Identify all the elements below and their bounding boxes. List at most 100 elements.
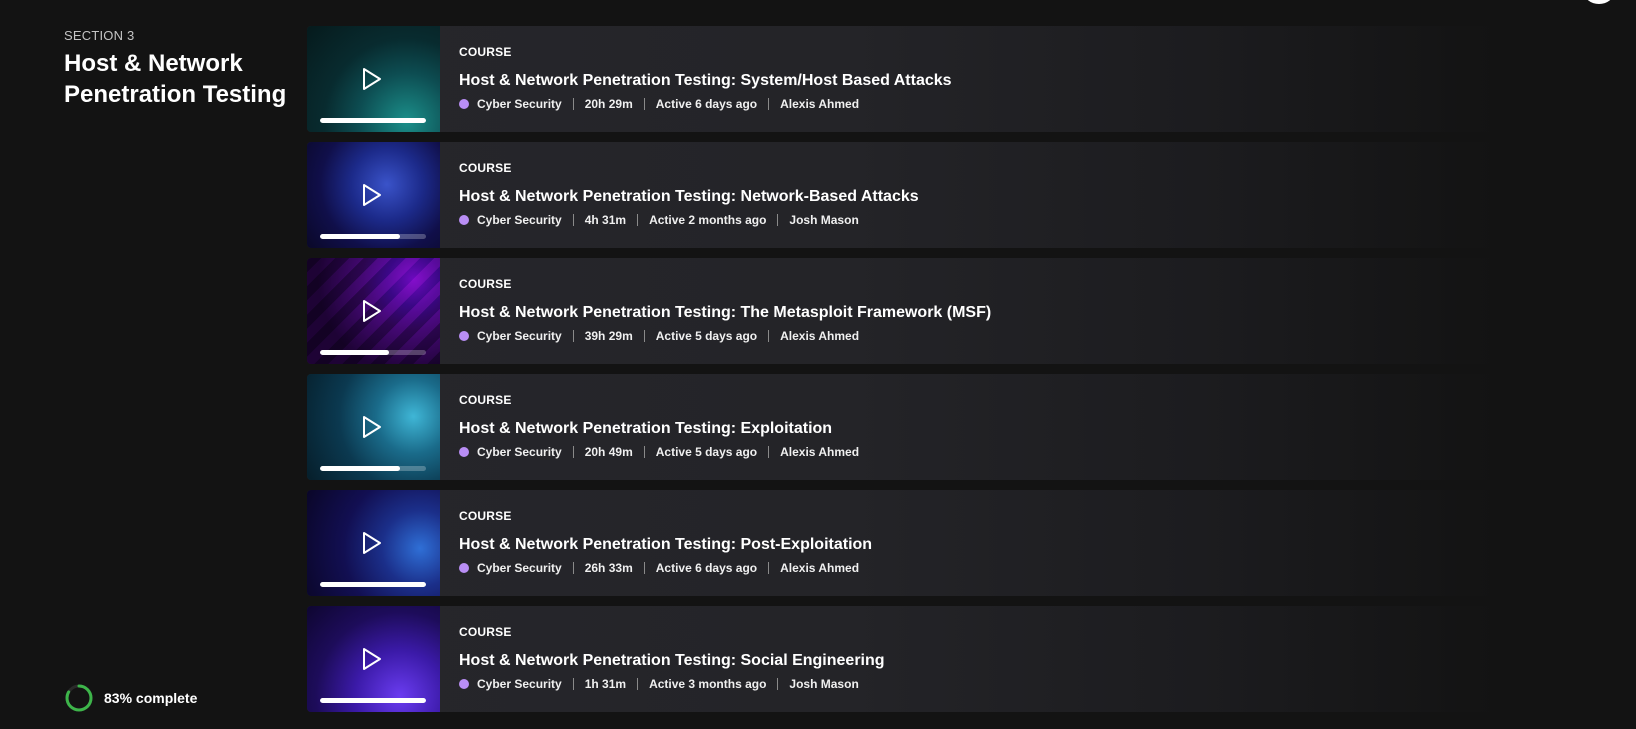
divider <box>572 562 574 574</box>
course-category: Cyber Security <box>477 561 562 575</box>
category-dot <box>459 331 469 341</box>
category-dot <box>459 563 469 573</box>
course-title[interactable]: Host & Network Penetration Testing: Expl… <box>459 420 859 440</box>
course-meta: Cyber Security 26h 33m Active 6 days ago… <box>459 561 872 575</box>
course-thumbnail[interactable] <box>307 258 440 364</box>
divider <box>572 214 574 226</box>
course-title[interactable]: Host & Network Penetration Testing: Soci… <box>459 652 885 672</box>
course-type: COURSE <box>459 393 512 407</box>
divider <box>643 98 645 110</box>
category-dot <box>459 99 469 109</box>
section-progress: 83% complete <box>64 683 197 713</box>
progress-label: 83% complete <box>104 690 198 706</box>
course-list: COURSE Host & Network Penetration Testin… <box>307 26 1497 722</box>
course-card[interactable]: COURSE Host & Network Penetration Testin… <box>307 258 1497 364</box>
divider <box>777 678 779 690</box>
play-icon[interactable] <box>361 647 383 671</box>
divider <box>637 678 639 690</box>
course-category: Cyber Security <box>477 329 562 343</box>
course-progress-fill <box>320 350 389 355</box>
play-icon[interactable] <box>361 67 383 91</box>
course-info: COURSE Host & Network Penetration Testin… <box>440 490 872 596</box>
course-thumbnail[interactable] <box>307 490 440 596</box>
divider <box>572 678 574 690</box>
course-duration: 4h 31m <box>584 213 627 227</box>
course-meta: Cyber Security 39h 29m Active 5 days ago… <box>459 329 991 343</box>
course-meta: Cyber Security 20h 29m Active 6 days ago… <box>459 97 952 111</box>
divider <box>768 330 770 342</box>
course-author: Alexis Ahmed <box>780 97 860 111</box>
course-progress-fill <box>320 234 400 239</box>
course-author: Alexis Ahmed <box>780 561 860 575</box>
course-type: COURSE <box>459 509 512 523</box>
course-title[interactable]: Host & Network Penetration Testing: Netw… <box>459 188 919 208</box>
course-type: COURSE <box>459 45 512 59</box>
divider <box>572 330 574 342</box>
course-activity: Active 5 days ago <box>655 329 758 343</box>
course-thumbnail[interactable] <box>307 606 440 712</box>
category-dot <box>459 215 469 225</box>
course-activity: Active 5 days ago <box>655 445 758 459</box>
course-progress-bar <box>320 466 426 471</box>
course-info: COURSE Host & Network Penetration Testin… <box>440 374 859 480</box>
course-meta: Cyber Security 4h 31m Active 2 months ag… <box>459 213 919 227</box>
page: SECTION 3 Host & Network Penetration Tes… <box>0 0 1636 729</box>
course-author: Alexis Ahmed <box>780 329 860 343</box>
course-type: COURSE <box>459 625 512 639</box>
play-icon[interactable] <box>361 415 383 439</box>
course-progress-fill <box>320 118 426 123</box>
play-icon[interactable] <box>361 531 383 555</box>
course-activity: Active 3 months ago <box>649 677 767 691</box>
course-progress-bar <box>320 350 426 355</box>
course-activity: Active 2 months ago <box>649 213 767 227</box>
profile-avatar[interactable] <box>1584 0 1614 4</box>
course-activity: Active 6 days ago <box>655 97 758 111</box>
divider <box>768 98 770 110</box>
course-title[interactable]: Host & Network Penetration Testing: The … <box>459 304 991 324</box>
course-card[interactable]: COURSE Host & Network Penetration Testin… <box>307 26 1497 132</box>
course-type: COURSE <box>459 277 512 291</box>
course-author: Josh Mason <box>789 213 859 227</box>
course-duration: 20h 49m <box>584 445 633 459</box>
course-info: COURSE Host & Network Penetration Testin… <box>440 142 919 248</box>
course-card[interactable]: COURSE Host & Network Penetration Testin… <box>307 142 1497 248</box>
section-header: SECTION 3 Host & Network Penetration Tes… <box>64 28 304 110</box>
course-thumbnail[interactable] <box>307 142 440 248</box>
course-progress-fill <box>320 582 426 587</box>
course-duration: 26h 33m <box>584 561 633 575</box>
divider <box>768 562 770 574</box>
course-activity: Active 6 days ago <box>655 561 758 575</box>
course-title[interactable]: Host & Network Penetration Testing: Post… <box>459 536 872 556</box>
course-type: COURSE <box>459 161 512 175</box>
course-category: Cyber Security <box>477 97 562 111</box>
course-progress-bar <box>320 698 426 703</box>
course-thumbnail[interactable] <box>307 374 440 480</box>
divider <box>643 562 645 574</box>
course-card[interactable]: COURSE Host & Network Penetration Testin… <box>307 606 1497 712</box>
course-category: Cyber Security <box>477 213 562 227</box>
course-thumbnail[interactable] <box>307 26 440 132</box>
play-icon[interactable] <box>361 299 383 323</box>
course-duration: 1h 31m <box>584 677 627 691</box>
course-author: Alexis Ahmed <box>780 445 860 459</box>
course-card[interactable]: COURSE Host & Network Penetration Testin… <box>307 490 1497 596</box>
course-duration: 20h 29m <box>584 97 633 111</box>
course-progress-fill <box>320 698 426 703</box>
course-card[interactable]: COURSE Host & Network Penetration Testin… <box>307 374 1497 480</box>
course-meta: Cyber Security 20h 49m Active 5 days ago… <box>459 445 859 459</box>
course-info: COURSE Host & Network Penetration Testin… <box>440 258 991 364</box>
course-progress-bar <box>320 582 426 587</box>
divider <box>643 446 645 458</box>
course-title[interactable]: Host & Network Penetration Testing: Syst… <box>459 72 952 92</box>
course-category: Cyber Security <box>477 677 562 691</box>
category-dot <box>459 447 469 457</box>
progress-ring-icon <box>65 684 93 712</box>
course-progress-bar <box>320 234 426 239</box>
divider <box>643 330 645 342</box>
divider <box>768 446 770 458</box>
play-icon[interactable] <box>361 183 383 207</box>
course-info: COURSE Host & Network Penetration Testin… <box>440 606 885 712</box>
course-progress-fill <box>320 466 400 471</box>
course-progress-bar <box>320 118 426 123</box>
category-dot <box>459 679 469 689</box>
